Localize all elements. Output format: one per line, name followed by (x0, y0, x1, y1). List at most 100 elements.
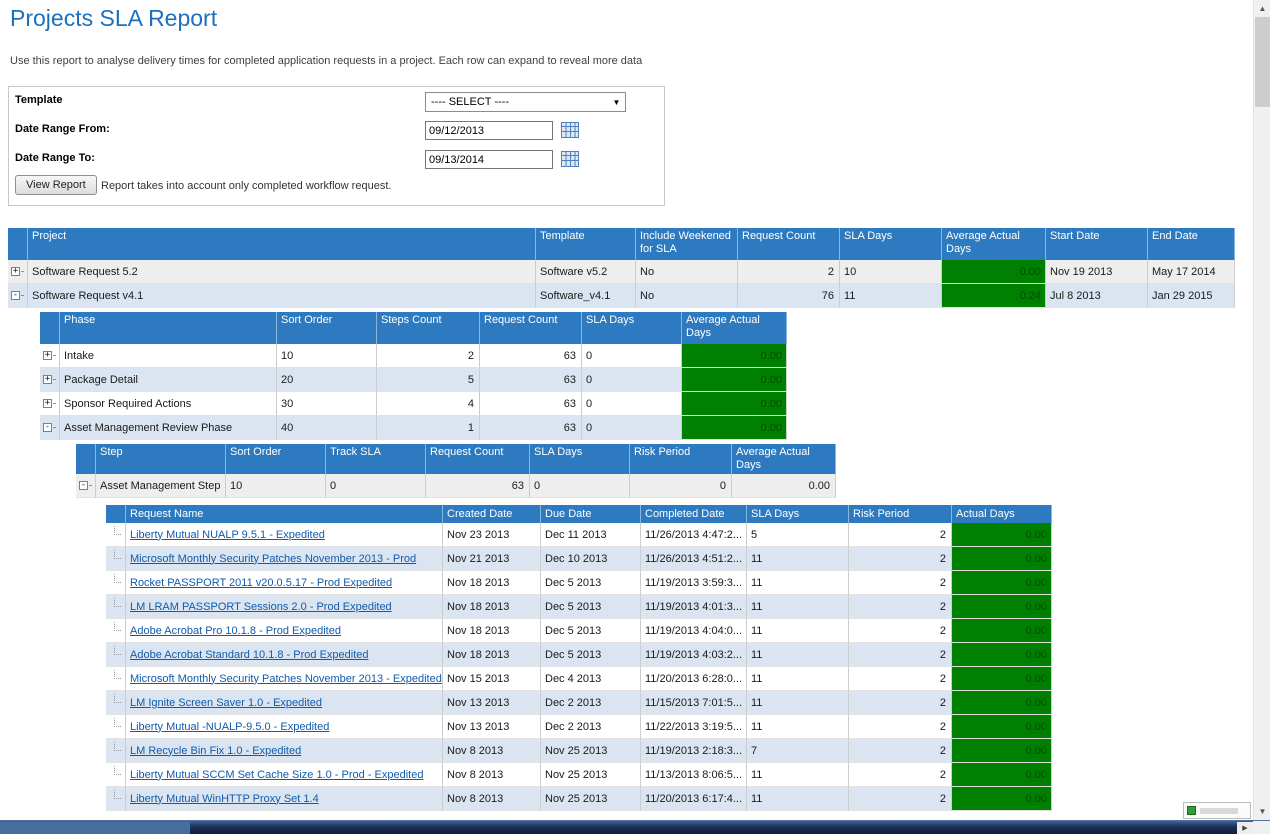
view-report-button[interactable]: View Report (15, 175, 97, 195)
request-link[interactable]: LM Recycle Bin Fix 1.0 - Expedited (130, 745, 301, 757)
completed-date-cell: 11/26/2013 4:51:2... (641, 547, 747, 571)
template-label: Template (15, 94, 62, 106)
expand-toggle[interactable]: + (40, 344, 60, 368)
request-name-cell: Rocket PASSPORT 2011 v20.0.5.17 - Prod E… (126, 571, 443, 595)
actual-days-cell: 0.00 (952, 619, 1052, 643)
scroll-up-button[interactable]: ▲ (1254, 0, 1270, 17)
created-date-cell: Nov 13 2013 (443, 715, 541, 739)
actual-days-cell: 0.00 (952, 691, 1052, 715)
request-row: Liberty Mutual NUALP 9.5.1 - Expedited N… (106, 523, 1052, 547)
expand-toggle[interactable]: + (40, 392, 60, 416)
request-link[interactable]: Microsoft Monthly Security Patches Novem… (130, 673, 442, 685)
col-actual-days: Actual Days (952, 505, 1052, 523)
completed-date-cell: 11/20/2013 6:28:0... (641, 667, 747, 691)
report-page: Projects SLA Report Use this report to a… (0, 0, 1270, 834)
created-date-cell: Nov 8 2013 (443, 739, 541, 763)
request-row: Liberty Mutual SCCM Set Cache Size 1.0 -… (106, 763, 1052, 787)
tree-leaf-icon (114, 622, 121, 631)
request-link[interactable]: Liberty Mutual WinHTTP Proxy Set 1.4 (130, 793, 319, 805)
due-date-cell: Nov 25 2013 (541, 739, 641, 763)
created-date-cell: Nov 18 2013 (443, 571, 541, 595)
sla-days-cell: 11 (747, 595, 849, 619)
col-created-date: Created Date (443, 505, 541, 523)
sort-order-cell: 10 (226, 474, 326, 498)
phases-header-row: Phase Sort Order Steps Count Request Cou… (40, 312, 787, 344)
expand-toggle[interactable]: - (76, 474, 96, 498)
horizontal-scrollbar[interactable]: ▶ (0, 820, 1270, 834)
tree-leaf-icon (114, 718, 121, 727)
request-link[interactable]: Rocket PASSPORT 2011 v20.0.5.17 - Prod E… (130, 577, 392, 589)
col-risk-period: Risk Period (630, 444, 732, 474)
completed-date-cell: 11/19/2013 2:18:3... (641, 739, 747, 763)
request-link[interactable]: Liberty Mutual SCCM Set Cache Size 1.0 -… (130, 769, 423, 781)
due-date-cell: Dec 5 2013 (541, 619, 641, 643)
sort-order-cell: 30 (277, 392, 377, 416)
tree-dots (21, 295, 23, 296)
sla-days-cell: 11 (747, 691, 849, 715)
tree-leaf-icon (114, 742, 121, 751)
calendar-icon[interactable] (560, 151, 579, 168)
request-link[interactable]: Microsoft Monthly Security Patches Novem… (130, 553, 416, 565)
vertical-scrollbar-thumb[interactable] (1255, 17, 1270, 107)
tree-dots (53, 403, 55, 404)
expand-toggle[interactable]: - (40, 416, 60, 440)
date-to-input[interactable] (425, 150, 553, 169)
request-link[interactable]: Liberty Mutual NUALP 9.5.1 - Expedited (130, 529, 325, 541)
request-link[interactable]: Adobe Acrobat Standard 10.1.8 - Prod Exp… (130, 649, 369, 661)
avg-actual-days-cell: 0.00 (682, 416, 787, 440)
expander-column-header (8, 228, 28, 260)
vertical-scrollbar[interactable]: ▲ ▼ (1253, 0, 1270, 820)
date-from-input[interactable] (425, 121, 553, 140)
risk-period-cell: 2 (849, 715, 952, 739)
tree-leaf-icon (114, 598, 121, 607)
created-date-cell: Nov 8 2013 (443, 787, 541, 811)
start-date-cell: Jul 8 2013 (1046, 284, 1148, 308)
risk-period-cell: 2 (849, 739, 952, 763)
tree-leaf-cell (106, 523, 126, 547)
scroll-down-button[interactable]: ▼ (1254, 803, 1270, 820)
tree-dots (21, 271, 23, 272)
sla-days-cell: 0 (582, 392, 682, 416)
request-link[interactable]: LM Ignite Screen Saver 1.0 - Expedited (130, 697, 322, 709)
calendar-icon[interactable] (560, 122, 579, 139)
request-link[interactable]: Liberty Mutual -NUALP-9.5.0 - Expedited (130, 721, 329, 733)
col-project: Project (28, 228, 536, 260)
created-date-cell: Nov 18 2013 (443, 643, 541, 667)
phase-cell: Intake (60, 344, 277, 368)
include-weekend-cell: No (636, 260, 738, 284)
col-sort-order: Sort Order (277, 312, 377, 344)
request-row: Liberty Mutual -NUALP-9.5.0 - Expedited … (106, 715, 1052, 739)
template-select[interactable]: ---- SELECT ---- ▼ (425, 92, 626, 112)
completed-date-cell: 11/13/2013 8:06:5... (641, 763, 747, 787)
col-template: Template (536, 228, 636, 260)
request-row: Microsoft Monthly Security Patches Novem… (106, 547, 1052, 571)
sort-order-cell: 40 (277, 416, 377, 440)
tree-leaf-cell (106, 691, 126, 715)
completed-date-cell: 11/20/2013 6:17:4... (641, 787, 747, 811)
tree-leaf-cell (106, 739, 126, 763)
risk-period-cell: 2 (849, 523, 952, 547)
expand-toggle[interactable]: + (40, 368, 60, 392)
due-date-cell: Dec 5 2013 (541, 643, 641, 667)
request-link[interactable]: LM LRAM PASSPORT Sessions 2.0 - Prod Exp… (130, 601, 392, 613)
horizontal-scrollbar-thumb[interactable] (0, 822, 190, 834)
steps-count-cell: 1 (377, 416, 480, 440)
template-select-value: ---- SELECT ---- (431, 96, 608, 108)
expand-toggle[interactable]: - (8, 284, 28, 308)
completed-date-cell: 11/19/2013 4:03:2... (641, 643, 747, 667)
request-link[interactable]: Adobe Acrobat Pro 10.1.8 - Prod Expedite… (130, 625, 341, 637)
col-include-weekend: Include Weekened for SLA (636, 228, 738, 260)
sla-days-cell: 11 (747, 643, 849, 667)
tree-leaf-cell (106, 787, 126, 811)
due-date-cell: Dec 11 2013 (541, 523, 641, 547)
status-overlay (1183, 802, 1251, 819)
col-request-count: Request Count (480, 312, 582, 344)
col-request-name: Request Name (126, 505, 443, 523)
steps-count-cell: 5 (377, 368, 480, 392)
request-name-cell: Microsoft Monthly Security Patches Novem… (126, 547, 443, 571)
expand-toggle[interactable]: + (8, 260, 28, 284)
green-status-icon (1187, 806, 1196, 815)
scroll-right-button[interactable]: ▶ (1237, 822, 1253, 834)
due-date-cell: Dec 5 2013 (541, 571, 641, 595)
avg-actual-days-cell: 0.00 (942, 260, 1046, 284)
